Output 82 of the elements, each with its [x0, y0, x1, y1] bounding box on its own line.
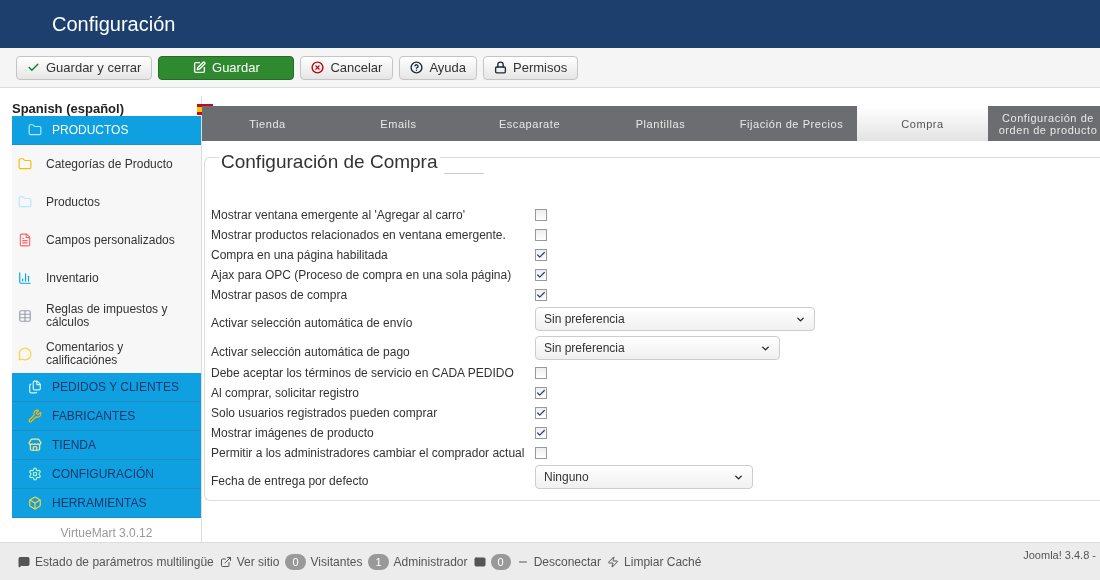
speech-bubble-icon [18, 347, 32, 361]
sidebar-item[interactable]: Categorías de Producto [12, 145, 201, 183]
status-link[interactable]: Administrador [393, 552, 468, 571]
version-label: VirtueMart 3.0.12 [60, 525, 153, 542]
box-icon [28, 496, 42, 510]
speech-bubble-icon [18, 555, 30, 568]
setting-label: Al comprar, solicitar registro [211, 384, 361, 402]
count-badge: 0 [285, 553, 306, 570]
checkbox[interactable] [535, 228, 547, 241]
checkbox[interactable] [535, 426, 547, 439]
edit-icon [193, 61, 206, 74]
sidebar-section[interactable]: CONFIGURACIÓN [12, 460, 201, 489]
status-link[interactable]: Desconectar [533, 552, 602, 571]
status-link[interactable]: Visitantes [310, 552, 363, 571]
select-field[interactable]: Ninguno [535, 465, 753, 489]
select-field[interactable]: Sin preferencia [535, 307, 815, 331]
help-icon [410, 61, 424, 74]
checkbox[interactable] [535, 208, 547, 221]
tab[interactable]: Fijación de Precios [726, 106, 857, 141]
count-badge: 1 [368, 553, 389, 570]
checkbox[interactable] [535, 366, 547, 379]
sidebar-section[interactable]: TIENDA [12, 431, 201, 460]
select-field[interactable]: Sin preferencia [535, 336, 780, 360]
status-link[interactable]: Ver sitio [236, 552, 280, 571]
tab[interactable]: Configuración de orden de producto [988, 106, 1100, 141]
check-icon [27, 61, 40, 74]
files-icon [28, 380, 42, 394]
toolbar-button[interactable]: Permisos [483, 55, 579, 80]
sidebar-section[interactable]: FABRICANTES [12, 402, 201, 431]
status-link[interactable]: Limpiar Caché [624, 552, 702, 571]
checkbox[interactable] [535, 268, 547, 281]
wrench-icon [28, 409, 42, 423]
checkbox[interactable] [535, 406, 547, 419]
setting-label: Permitir a los administradores cambiar el comprador actual [211, 444, 526, 462]
setting-label: Mostrar imágenes de producto [211, 424, 375, 442]
chart-icon [18, 271, 32, 285]
toolbar-button[interactable]: Guardar [158, 55, 295, 80]
tab[interactable]: Emails [333, 106, 464, 141]
setting-label: Mostrar ventana emergente al 'Agregar al carro' [211, 206, 467, 224]
sidebar-item[interactable]: Inventario [12, 259, 201, 297]
count-badge: 0 [490, 553, 511, 570]
setting-label: Activar selección automática de pago [211, 344, 411, 361]
language-label: Spanish (español) [12, 100, 124, 119]
tab[interactable]: Tienda [202, 106, 333, 141]
checkbox[interactable] [535, 386, 547, 399]
sidebar-section[interactable]: PEDIDOS Y CLIENTES [12, 373, 201, 402]
checkbox[interactable] [535, 446, 547, 459]
toolbar-button[interactable]: Ayuda [399, 55, 478, 80]
setting-label: Fecha de entrega por defecto [211, 473, 370, 490]
setting-label: Mostrar productos relacionados en ventana emergente. [211, 226, 507, 244]
folder-icon [28, 123, 42, 137]
setting-label: Activar selección automática de envío [211, 315, 414, 332]
lock-icon [494, 61, 508, 74]
tab[interactable]: Compra [857, 106, 988, 141]
sidebar-section[interactable]: HERRAMIENTAS [12, 489, 201, 518]
setting-label: Mostrar pasos de compra [211, 286, 349, 304]
setting-label: Solo usuarios registrados pueden comprar [211, 404, 439, 422]
sidebar-item[interactable]: Comentarios y calificaciónes [12, 335, 201, 373]
toolbar-button[interactable]: Guardar y cerrar [16, 55, 153, 80]
folder-icon [18, 195, 32, 209]
version-label: Joomla! 3.4.8 - [1023, 548, 1096, 564]
sidebar-item[interactable]: Productos [12, 183, 201, 221]
sidebar-item[interactable]: Reglas de impuestos y cálculos [12, 297, 201, 335]
setting-label: Debe aceptar los términos de servicio en CADA PEDIDO [211, 364, 515, 382]
setting-label: Ajax para OPC (Proceso de compra en una sola página) [211, 266, 513, 284]
setting-label: Compra en una página habilitada [211, 246, 389, 264]
toolbar-button[interactable]: Cancelar [300, 55, 394, 80]
checkbox[interactable] [535, 288, 547, 301]
gear-icon [28, 467, 42, 481]
document-icon [18, 233, 32, 247]
store-icon [28, 438, 42, 452]
tab[interactable]: Plantillas [595, 106, 726, 141]
status-link[interactable]: Estado de parámetros multilingüe [35, 552, 214, 571]
sidebar-item[interactable]: Campos personalizados [12, 221, 201, 259]
tab[interactable]: Escaparate [464, 106, 595, 141]
page-title: Configuración [52, 12, 176, 37]
folder-icon [18, 157, 32, 171]
external-link-icon [219, 555, 232, 568]
lightning-icon [607, 555, 620, 568]
checkbox[interactable] [535, 248, 547, 261]
table-icon [18, 309, 32, 323]
cancel-icon [311, 61, 325, 74]
